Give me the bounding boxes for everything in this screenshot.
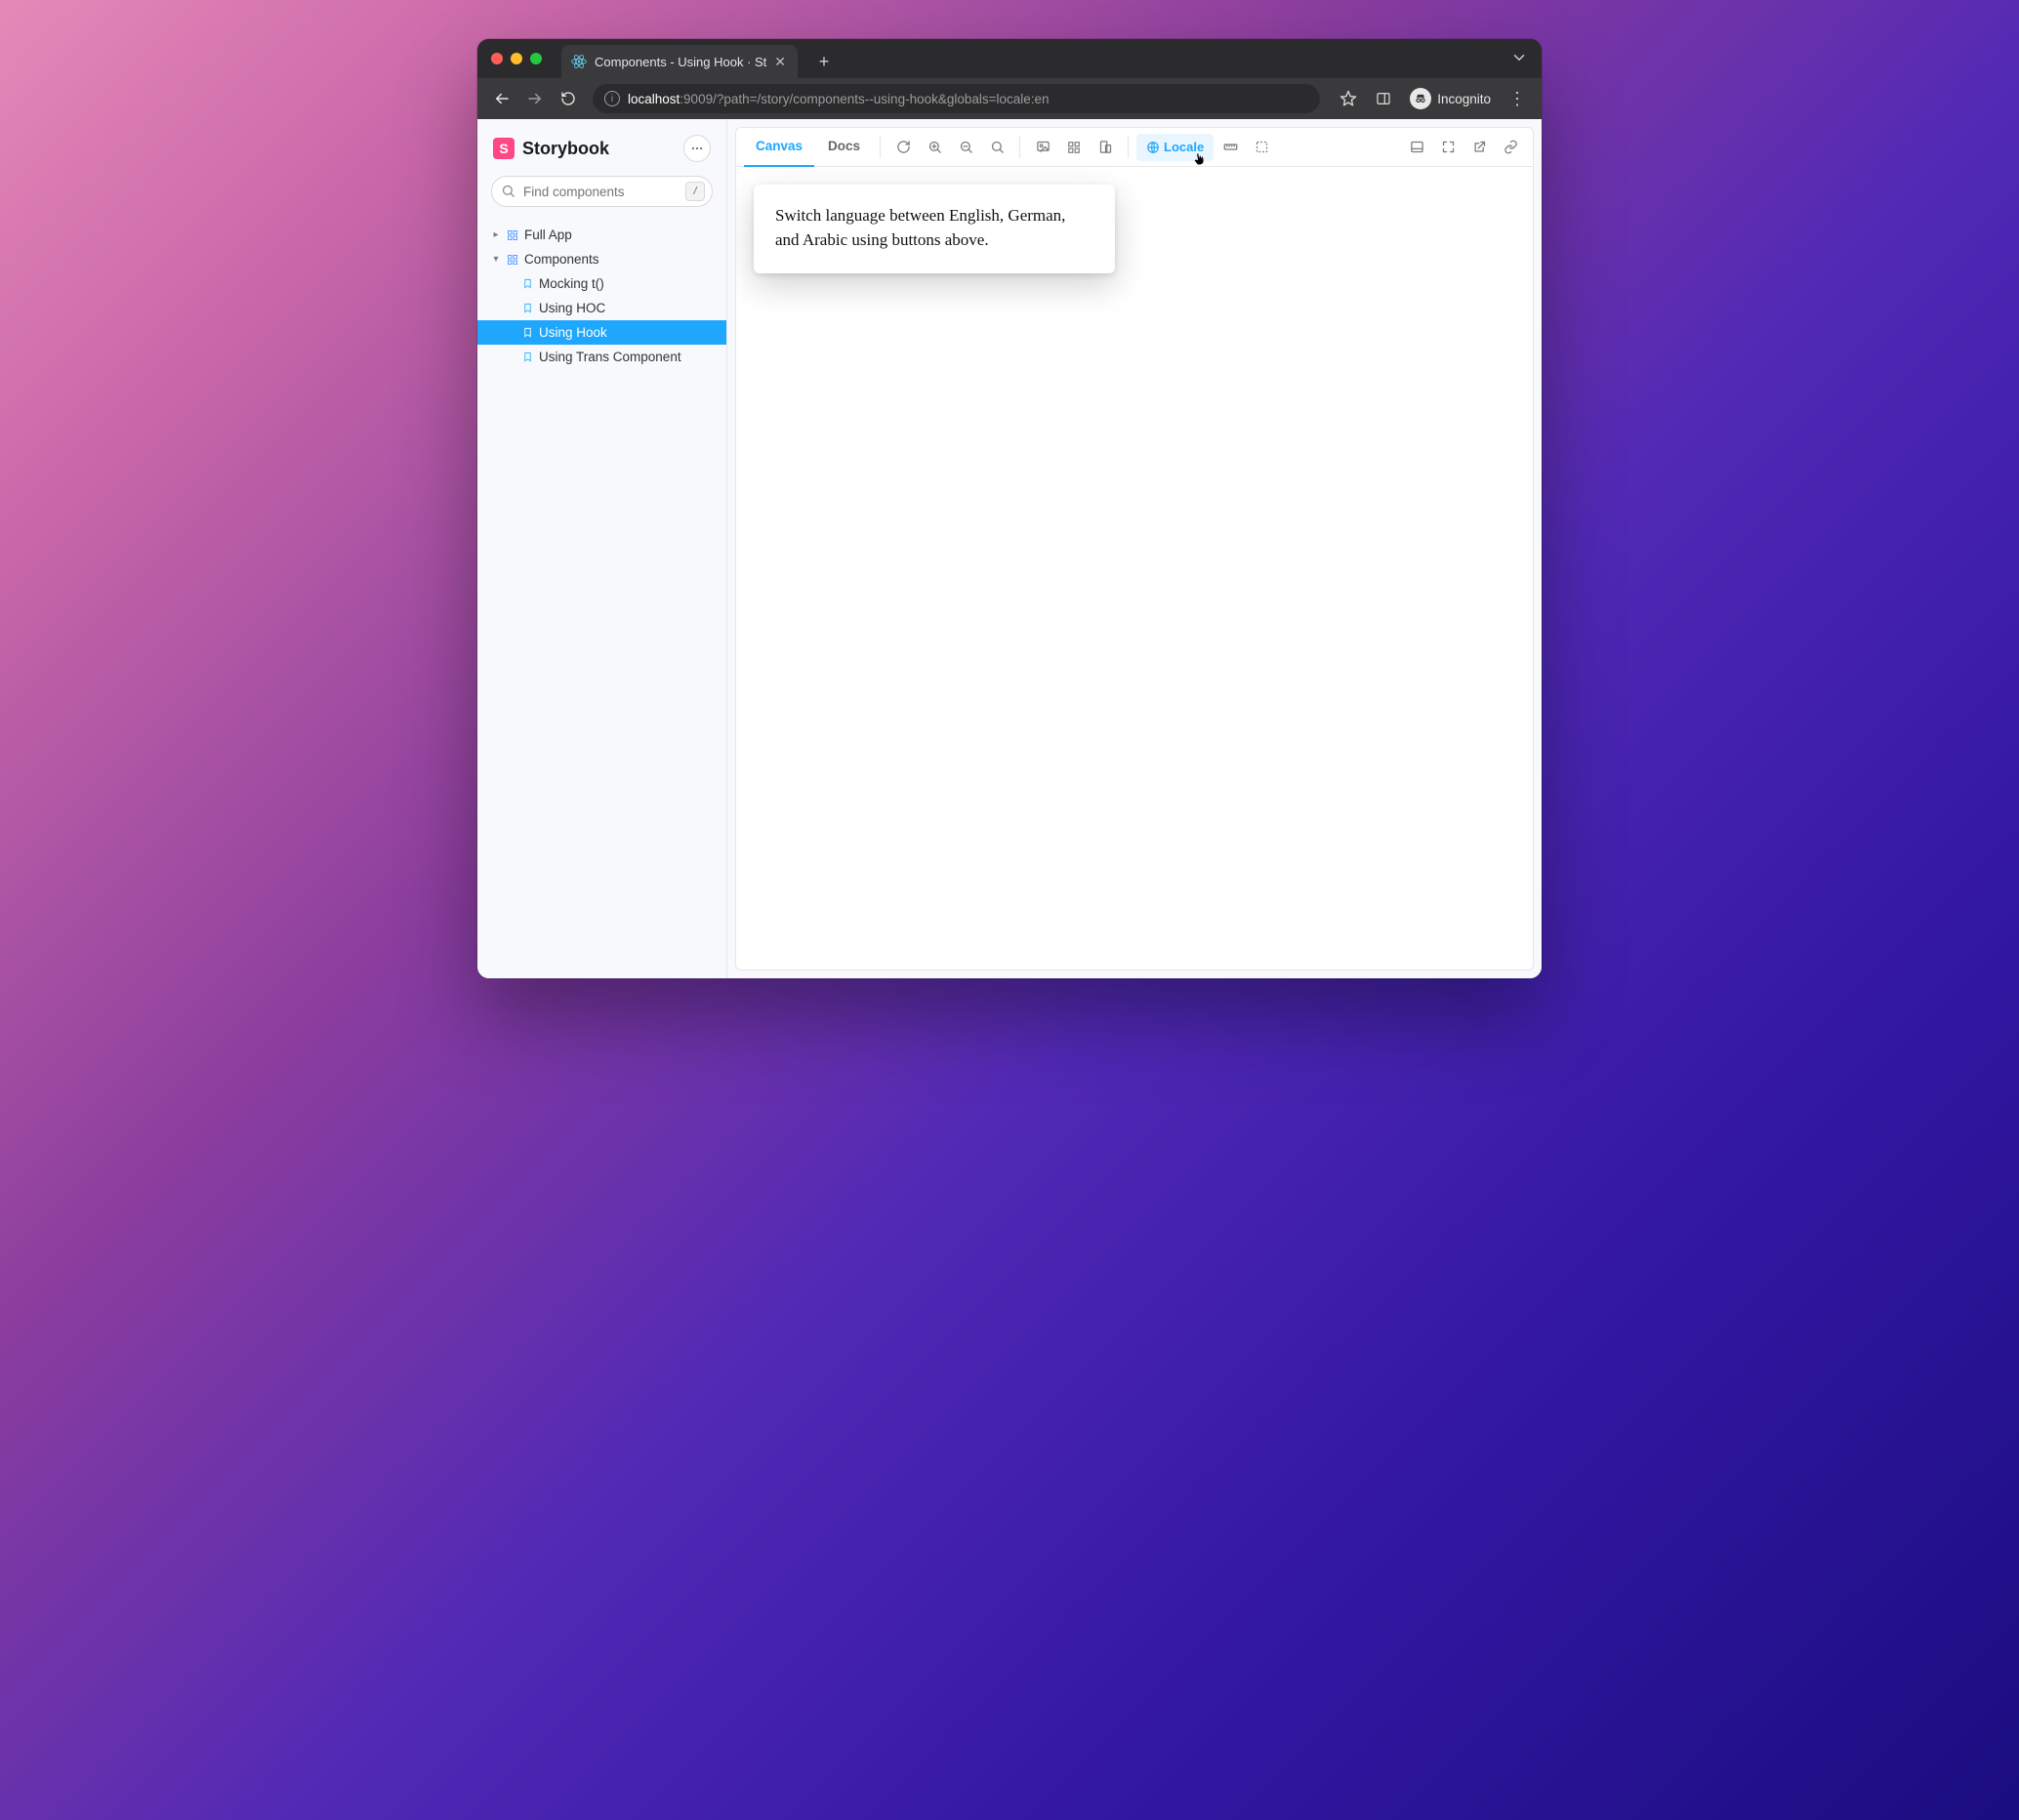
tab-canvas-label: Canvas xyxy=(756,139,803,153)
incognito-indicator[interactable]: Incognito xyxy=(1404,88,1497,109)
tree-story-label: Mocking t() xyxy=(539,276,604,291)
grid-icon[interactable] xyxy=(1059,133,1089,162)
remount-icon[interactable] xyxy=(888,133,918,162)
story-icon xyxy=(522,327,533,338)
caret-right-icon: ▸ xyxy=(491,229,501,240)
address-bar: i localhost:9009/?path=/story/components… xyxy=(477,78,1542,119)
bookmark-star-icon[interactable] xyxy=(1334,84,1363,113)
tree-story-label: Using HOC xyxy=(539,301,605,315)
panel-toggle-icon[interactable] xyxy=(1369,84,1398,113)
tab-canvas[interactable]: Canvas xyxy=(744,128,814,167)
browser-tab[interactable]: Components - Using Hook · St ✕ xyxy=(561,45,798,78)
incognito-icon xyxy=(1410,88,1431,109)
toolbar-separator xyxy=(1019,137,1020,158)
tree-group-components[interactable]: ▾ Components xyxy=(477,247,726,271)
tab-docs[interactable]: Docs xyxy=(816,128,872,167)
tree-story[interactable]: Using HOC xyxy=(477,296,726,320)
incognito-label: Incognito xyxy=(1437,92,1491,106)
new-tab-button[interactable]: + xyxy=(811,49,837,74)
story-icon xyxy=(522,303,533,313)
tree-story[interactable]: Using Trans Component xyxy=(477,345,726,369)
component-icon xyxy=(507,229,518,241)
search: / xyxy=(491,176,713,207)
search-icon xyxy=(501,184,515,198)
outline-icon[interactable] xyxy=(1247,133,1276,162)
component-icon xyxy=(507,254,518,266)
tree-label: Full App xyxy=(524,228,572,242)
story-icon xyxy=(522,278,533,289)
measure-icon[interactable] xyxy=(1216,133,1245,162)
copy-link-icon[interactable] xyxy=(1496,133,1525,162)
titlebar: Components - Using Hook · St ✕ + xyxy=(477,39,1542,78)
window-close-icon[interactable] xyxy=(491,53,503,64)
fullscreen-icon[interactable] xyxy=(1433,133,1463,162)
addons-panel-icon[interactable] xyxy=(1402,133,1431,162)
tree-story-label: Using Trans Component xyxy=(539,350,681,364)
nav-reload-button[interactable] xyxy=(554,84,583,113)
open-new-tab-icon[interactable] xyxy=(1464,133,1494,162)
browser-window: Components - Using Hook · St ✕ + i local… xyxy=(477,39,1542,978)
react-favicon-icon xyxy=(571,54,587,69)
window-menu-button[interactable] xyxy=(1510,49,1528,66)
zoom-out-icon[interactable] xyxy=(951,133,980,162)
url-port: :9009 xyxy=(680,92,713,106)
tree-story-label: Using Hook xyxy=(539,325,607,340)
zoom-reset-icon[interactable] xyxy=(982,133,1011,162)
url-host: localhost xyxy=(628,92,680,106)
site-info-icon[interactable]: i xyxy=(604,91,620,106)
preview-panel: Canvas Docs xyxy=(735,127,1534,971)
main: Canvas Docs xyxy=(727,119,1542,978)
cursor-pointer-icon xyxy=(1191,149,1210,168)
story-card-text: Switch language between English, German,… xyxy=(775,206,1065,249)
search-input[interactable] xyxy=(491,176,713,207)
url-field[interactable]: i localhost:9009/?path=/story/components… xyxy=(593,84,1320,113)
storybook-logo-icon: S xyxy=(493,138,515,159)
storybook-app: S Storybook / ▸ xyxy=(477,119,1542,978)
window-zoom-icon[interactable] xyxy=(530,53,542,64)
tree-story-selected[interactable]: Using Hook xyxy=(477,320,726,345)
tree-group-full-app[interactable]: ▸ Full App xyxy=(477,223,726,247)
story-card: Switch language between English, German,… xyxy=(754,185,1115,273)
canvas-area: Switch language between English, German,… xyxy=(736,167,1533,970)
background-icon[interactable] xyxy=(1028,133,1057,162)
story-icon xyxy=(522,352,533,362)
tree-story[interactable]: Mocking t() xyxy=(477,271,726,296)
preview-toolbar: Canvas Docs xyxy=(736,128,1533,167)
caret-down-icon: ▾ xyxy=(491,254,501,265)
search-shortcut: / xyxy=(685,182,705,201)
tree-label: Components xyxy=(524,252,599,267)
sidebar-menu-button[interactable] xyxy=(683,135,711,162)
tab-close-icon[interactable]: ✕ xyxy=(774,54,786,70)
zoom-in-icon[interactable] xyxy=(920,133,949,162)
tab-docs-label: Docs xyxy=(828,139,860,153)
sidebar: S Storybook / ▸ xyxy=(477,119,727,978)
locale-button[interactable]: Locale xyxy=(1136,134,1214,161)
nav-forward-button[interactable] xyxy=(520,84,550,113)
tree: ▸ Full App ▾ Components xyxy=(477,219,726,373)
toolbar-separator xyxy=(1128,137,1129,158)
url-path: /?path=/story/components--using-hook&glo… xyxy=(713,92,1049,106)
tab-title: Components - Using Hook · St xyxy=(595,55,766,69)
toolbar-separator xyxy=(880,137,881,158)
traffic-lights xyxy=(491,53,542,64)
window-minimize-icon[interactable] xyxy=(511,53,522,64)
nav-back-button[interactable] xyxy=(487,84,516,113)
storybook-logo[interactable]: S Storybook xyxy=(493,138,609,159)
brand-label: Storybook xyxy=(522,139,609,159)
viewport-icon[interactable] xyxy=(1091,133,1120,162)
browser-menu-button[interactable]: ⋮ xyxy=(1503,84,1532,113)
